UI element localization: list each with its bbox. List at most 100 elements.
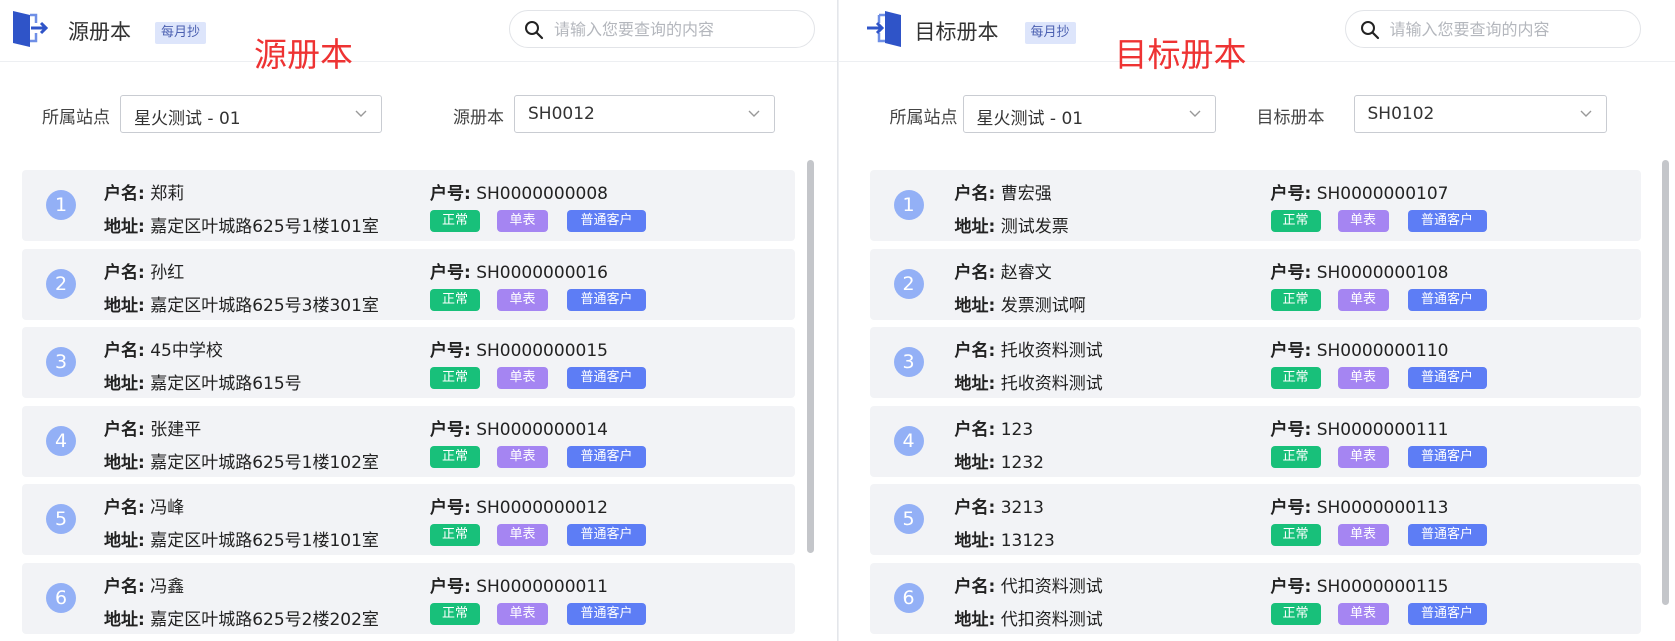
meter-type-tag: 单表 <box>1337 524 1389 547</box>
search-input[interactable] <box>554 11 774 47</box>
name-key: 户名: <box>954 419 996 440</box>
site-select-value: 星火测试 - 01 <box>134 109 241 129</box>
acct-value: SH0000000008 <box>476 184 608 204</box>
account-name: 户名: 曹宏强 <box>955 179 1052 204</box>
source-annotation-label: 源册本 <box>254 35 353 74</box>
addr-key: 地址: <box>104 217 145 237</box>
scrollbar[interactable] <box>807 160 814 553</box>
account-name: 户名: 45中学校 <box>104 336 223 361</box>
account-card[interactable]: 3 户名: 托收资料测试 地址: 托收资料测试 户号: SH0000000110 正常单… <box>869 327 1641 399</box>
name-value: 冯鑫 <box>150 576 185 597</box>
addr-key: 地址: <box>954 531 996 552</box>
account-number: 户号: SH0000000014 <box>430 415 608 440</box>
status-tag-normal: 正常 <box>430 367 480 390</box>
name-key: 户名: <box>954 262 996 283</box>
acct-key: 户号: <box>1270 184 1312 204</box>
account-name: 户名: 托收资料测试 <box>955 336 1103 361</box>
account-address: 地址: 嘉定区叶城路625号2楼202室 <box>104 605 379 630</box>
addr-key: 地址: <box>104 531 145 552</box>
site-select[interactable]: 星火测试 - 01 <box>962 95 1216 133</box>
status-tag-normal: 正常 <box>1270 602 1321 625</box>
customer-type-tag: 普通客户 <box>1407 288 1487 311</box>
search-box[interactable] <box>509 10 815 48</box>
account-number: 户号: SH0000000108 <box>1271 258 1449 283</box>
name-value: 45中学校 <box>150 341 223 362</box>
book-select-value: SH0012 <box>528 104 595 124</box>
name-value: 123 <box>1000 419 1034 440</box>
book-select-value: SH0102 <box>1367 104 1435 124</box>
meter-type-tag: 单表 <box>497 210 548 232</box>
target-header: 目标册本 每月抄 目标册本 <box>838 0 1675 74</box>
account-name: 户名: 3213 <box>955 493 1044 518</box>
addr-key: 地址: <box>954 609 996 630</box>
account-number: 户号: SH0000000115 <box>1271 572 1449 597</box>
row-number-badge: 4 <box>893 425 924 456</box>
account-card[interactable]: 5 户名: 3213 地址: 13123 户号: SH0000000113 正常 单表 普通… <box>869 484 1641 556</box>
book-select[interactable]: SH0102 <box>1353 95 1607 133</box>
name-value: 郑莉 <box>150 184 185 204</box>
customer-type-tag: 普通客户 <box>1407 602 1487 625</box>
addr-key: 地址: <box>104 452 145 473</box>
account-card[interactable]: 4 户名: 123 地址: 1232 户号: SH0000000111 正常 单表 普通客户 <box>869 405 1641 477</box>
addr-value: 嘉定区叶城路615号 <box>150 374 302 395</box>
name-value: 孙红 <box>150 262 185 283</box>
account-address: 地址: 1232 <box>955 448 1044 473</box>
name-value: 张建平 <box>150 419 202 440</box>
acct-value: SH0000000012 <box>476 498 608 519</box>
account-card[interactable]: 1 户名: 曹宏强 地址: 测试发票 户号: SH0000000107 正常 单表 普通客户 <box>869 170 1641 241</box>
status-tag-normal: 正常 <box>430 602 480 625</box>
addr-value: 代扣资料测试 <box>1000 609 1103 630</box>
acct-value: SH0000000110 <box>1316 341 1449 362</box>
read-cycle-badge: 每月抄 <box>155 22 207 44</box>
account-card[interactable]: 2 户名: 孙红 地址: 嘉定区叶城路625号3楼301室 户号: SH0000000… <box>22 248 795 320</box>
name-key: 户名: <box>104 184 145 204</box>
acct-key: 户号: <box>1270 498 1312 519</box>
search-input[interactable] <box>1389 11 1610 47</box>
acct-key: 户号: <box>430 262 471 283</box>
account-card[interactable]: 5 户名: 冯峰 地址: 嘉定区叶城路625号1楼101室 户号: SH0000000… <box>22 484 795 556</box>
addr-value: 嘉定区叶城路625号1楼101室 <box>150 217 379 237</box>
account-card[interactable]: 3 户名: 45中学校 地址: 嘉定区叶城路615号 户号: SH0000000015… <box>22 327 795 399</box>
customer-type-tag: 普通客户 <box>567 210 646 232</box>
addr-value: 嘉定区叶城路625号1楼102室 <box>150 452 379 473</box>
site-select[interactable]: 星火测试 - 01 <box>120 95 382 133</box>
row-number-badge: 1 <box>893 190 924 220</box>
account-name: 户名: 郑莉 <box>104 179 184 204</box>
meter-type-tag: 单表 <box>1337 602 1389 625</box>
book-select[interactable]: SH0012 <box>514 95 775 133</box>
account-card[interactable]: 4 户名: 张建平 地址: 嘉定区叶城路625号1楼102室 户号: SH000000… <box>22 405 795 477</box>
acct-key: 户号: <box>430 576 471 597</box>
customer-type-tag: 普通客户 <box>1407 524 1487 547</box>
account-card[interactable]: 6 户名: 冯鑫 地址: 嘉定区叶城路625号2楼202室 户号: SH0000000… <box>22 562 795 634</box>
search-box[interactable] <box>1344 10 1641 48</box>
name-key: 户名: <box>954 498 996 519</box>
status-tag-normal: 正常 <box>430 445 480 468</box>
row-number-badge: 6 <box>46 582 76 613</box>
name-key: 户名: <box>954 184 996 204</box>
addr-key: 地址: <box>104 374 145 395</box>
acct-value: SH0000000015 <box>476 341 608 362</box>
meter-type-tag: 单表 <box>497 524 548 547</box>
account-name: 户名: 代扣资料测试 <box>955 572 1103 597</box>
addr-value: 1232 <box>1000 452 1044 473</box>
meter-type-tag: 单表 <box>1337 367 1389 390</box>
scrollbar[interactable] <box>1661 160 1669 605</box>
name-key: 户名: <box>104 341 145 362</box>
account-card[interactable]: 6 户名: 代扣资料测试 地址: 代扣资料测试 户号: SH0000000115 正常单… <box>869 562 1641 634</box>
enter-door-icon <box>866 11 901 47</box>
meter-type-tag: 单表 <box>1337 445 1389 468</box>
row-number-badge: 4 <box>46 425 76 456</box>
meter-type-tag: 单表 <box>1337 288 1389 311</box>
addr-key: 地址: <box>954 374 996 395</box>
account-address: 地址: 发票测试啊 <box>955 291 1086 316</box>
account-card[interactable]: 2 户名: 赵睿文 地址: 发票测试啊 户号: SH0000000108 正常 单表 普通客… <box>869 248 1641 320</box>
site-select-value: 星火测试 - 01 <box>976 109 1084 129</box>
account-card[interactable]: 1 户名: 郑莉 地址: 嘉定区叶城路625号1楼101室 户号: SH0000000… <box>22 170 795 241</box>
acct-key: 户号: <box>1270 262 1312 283</box>
site-label: 所属站点 <box>889 108 958 128</box>
row-number-badge: 1 <box>46 190 76 220</box>
name-key: 户名: <box>104 262 145 283</box>
account-address: 地址: 代扣资料测试 <box>955 605 1103 630</box>
account-address: 地址: 托收资料测试 <box>955 369 1103 394</box>
customer-type-tag: 普通客户 <box>1407 210 1487 232</box>
